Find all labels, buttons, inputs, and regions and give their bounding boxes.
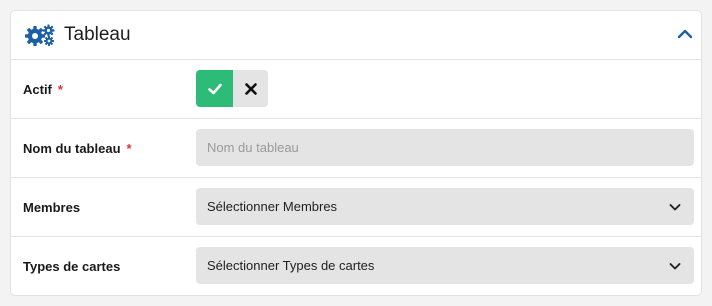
nom-label-text: Nom du tableau <box>23 140 121 156</box>
chevron-up-icon[interactable] <box>675 23 695 45</box>
types-label-text: Types de cartes <box>23 258 121 274</box>
types-label: Types de cartes <box>23 237 120 295</box>
actif-label: Actif * <box>23 60 63 118</box>
required-asterisk: * <box>57 81 63 97</box>
types-de-cartes-select[interactable]: Sélectionner Types de cartes <box>196 247 694 284</box>
membres-select-value: Sélectionner Membres <box>207 199 338 214</box>
x-icon <box>244 82 257 95</box>
row-actif: Actif * <box>11 60 701 119</box>
panel-title: Tableau <box>64 24 131 45</box>
required-asterisk: * <box>126 140 132 156</box>
membres-label: Membres <box>23 178 80 236</box>
membres-select[interactable]: Sélectionner Membres <box>196 188 694 225</box>
actif-no-button[interactable] <box>233 70 268 107</box>
actif-label-text: Actif <box>23 81 52 97</box>
gears-icon <box>25 24 55 46</box>
types-select-value: Sélectionner Types de cartes <box>207 258 375 273</box>
actif-toggle <box>196 70 268 107</box>
tableau-panel: Tableau Actif * Nom du tableau * Nom du … <box>10 10 702 296</box>
row-nom-du-tableau: Nom du tableau * <box>11 119 701 178</box>
chevron-down-icon <box>669 262 681 269</box>
panel-header: Tableau <box>11 11 701 60</box>
membres-label-text: Membres <box>23 199 81 215</box>
nom-label: Nom du tableau * <box>23 119 132 177</box>
actif-yes-button[interactable] <box>196 70 233 107</box>
nom-du-tableau-input[interactable] <box>196 129 694 166</box>
row-membres: Membres Sélectionner Membres <box>11 178 701 237</box>
row-types-de-cartes: Types de cartes Sélectionner Types de ca… <box>11 237 701 295</box>
chevron-down-icon <box>669 203 681 210</box>
check-icon <box>207 83 222 94</box>
